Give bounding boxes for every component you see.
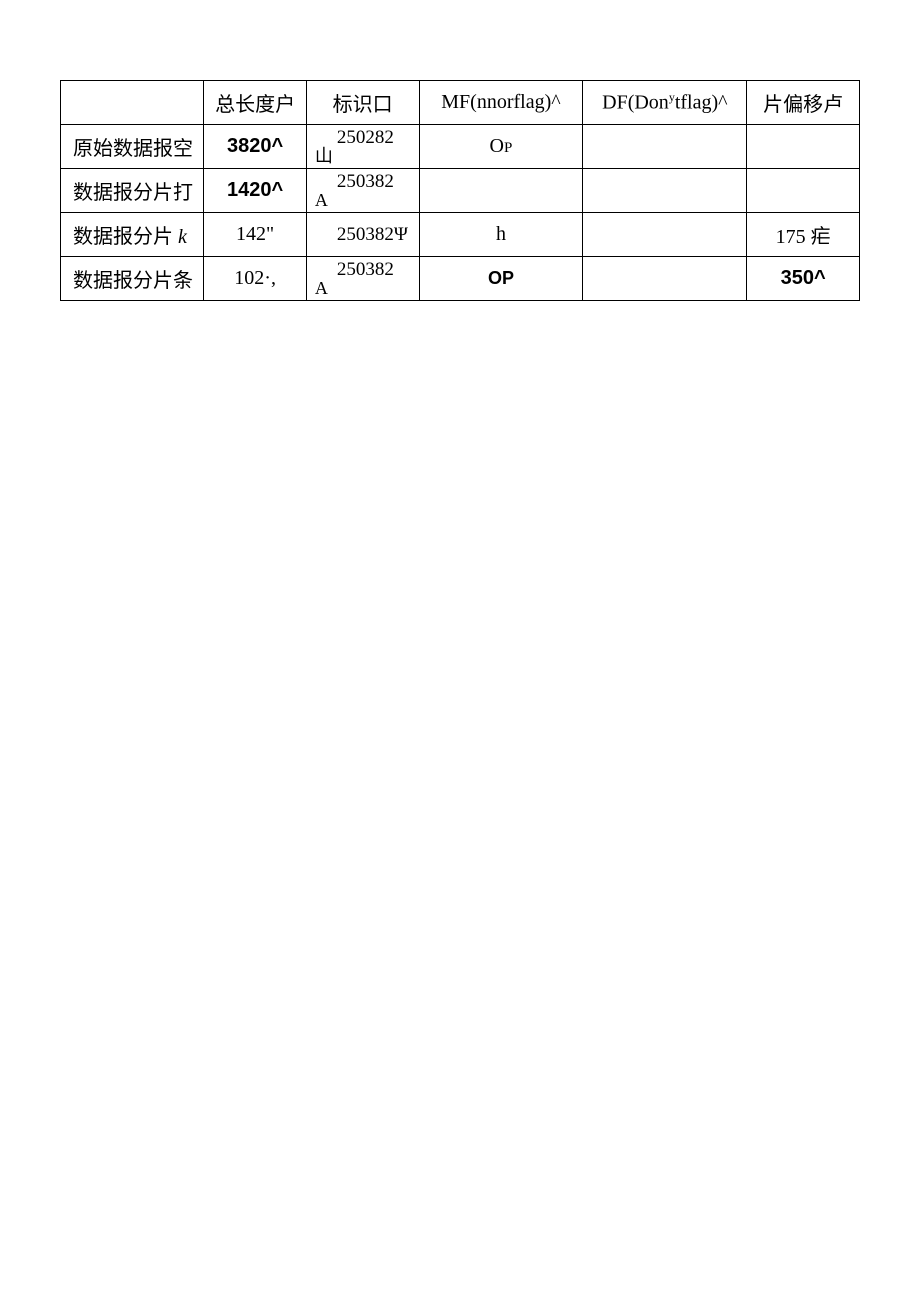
cell-offset bbox=[747, 125, 860, 169]
cell-offset: 175 疟 bbox=[747, 213, 860, 257]
cell-total-length: 102·, bbox=[204, 257, 306, 301]
cell-df bbox=[583, 213, 747, 257]
row-label: 数据报分片打 bbox=[61, 169, 204, 213]
cell-mf: h bbox=[419, 213, 583, 257]
cell-identification: 250282 山 bbox=[306, 125, 419, 169]
cell-identification: 250382 A bbox=[306, 169, 419, 213]
table-header-row: 总长度户 标识口 MF(nnorflag)^ DF(Donytflag)^ 片偏… bbox=[61, 81, 860, 125]
header-identification: 标识口 bbox=[306, 81, 419, 125]
table-row: 数据报分片打 1420^ 250382 A bbox=[61, 169, 860, 213]
table-row: 原始数据报空 3820^ 250282 山 OP bbox=[61, 125, 860, 169]
header-total-length: 总长度户 bbox=[204, 81, 306, 125]
cell-df bbox=[583, 257, 747, 301]
cell-offset bbox=[747, 169, 860, 213]
cell-mf bbox=[419, 169, 583, 213]
cell-mf: OP bbox=[419, 257, 583, 301]
header-empty bbox=[61, 81, 204, 125]
row-label: 原始数据报空 bbox=[61, 125, 204, 169]
cell-df bbox=[583, 169, 747, 213]
header-df-flag: DF(Donytflag)^ bbox=[583, 81, 747, 125]
row-label: 数据报分片 k bbox=[61, 213, 204, 257]
table-row: 数据报分片 k 142" 250382Ψ h 175 疟 bbox=[61, 213, 860, 257]
cell-total-length: 3820^ bbox=[204, 125, 306, 169]
cell-total-length: 142" bbox=[204, 213, 306, 257]
cell-mf: OP bbox=[419, 125, 583, 169]
cell-identification: 250382 A bbox=[306, 257, 419, 301]
cell-total-length: 1420^ bbox=[204, 169, 306, 213]
header-mf-flag: MF(nnorflag)^ bbox=[419, 81, 583, 125]
cell-identification: 250382Ψ bbox=[306, 213, 419, 257]
table-row: 数据报分片条 102·, 250382 A OP 350^ bbox=[61, 257, 860, 301]
row-label: 数据报分片条 bbox=[61, 257, 204, 301]
cell-df bbox=[583, 125, 747, 169]
header-fragment-offset: 片偏移卢 bbox=[747, 81, 860, 125]
cell-offset: 350^ bbox=[747, 257, 860, 301]
fragmentation-table: 总长度户 标识口 MF(nnorflag)^ DF(Donytflag)^ 片偏… bbox=[60, 80, 860, 301]
